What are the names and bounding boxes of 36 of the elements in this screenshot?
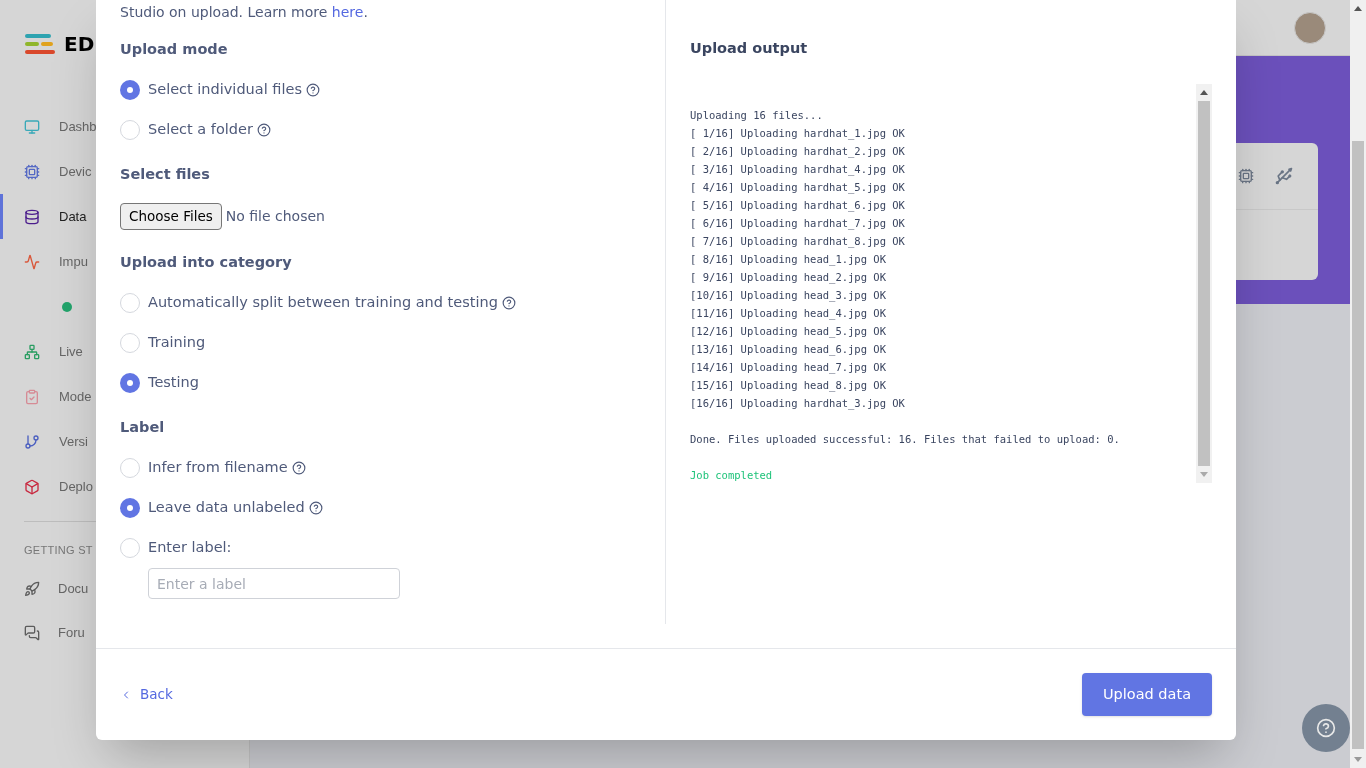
option-label: Select individual files bbox=[148, 80, 302, 100]
log-line: [ 7/16] Uploading hardhat_8.jpg OK bbox=[690, 233, 906, 250]
log-line: [ 1/16] Uploading hardhat_1.jpg OK bbox=[690, 125, 906, 142]
section-heading: GETTING ST bbox=[24, 543, 93, 558]
log-line: [11/16] Uploading head_4.jpg OK bbox=[690, 305, 887, 322]
file-status: No file chosen bbox=[225, 206, 325, 226]
log-line: Uploading 16 files... bbox=[690, 107, 824, 123]
section-title: Select files bbox=[120, 165, 211, 185]
log-line: [ 5/16] Uploading hardhat_6.jpg OK bbox=[690, 197, 906, 214]
option-label: Training bbox=[148, 333, 206, 353]
log-line: [14/16] Uploading head_7.jpg OK bbox=[690, 359, 887, 376]
log-line: [12/16] Uploading head_5.jpg OK bbox=[690, 323, 887, 340]
log-line: [13/16] Uploading head_6.jpg OK bbox=[690, 341, 887, 358]
option-label: Leave data unlabeled bbox=[148, 498, 305, 518]
option-label: Automatically split between training and testing bbox=[148, 293, 498, 313]
log-line: Done. Files uploaded successful: 16. Files that failed to upload: 0. bbox=[690, 431, 1121, 447]
log-line: [ 8/16] Uploading head_1.jpg OK bbox=[690, 251, 887, 268]
log-line: [15/16] Uploading head_8.jpg OK bbox=[690, 377, 887, 394]
option-label: Select a folder bbox=[148, 120, 253, 140]
log-line: [ 2/16] Uploading hardhat_2.jpg OK bbox=[690, 143, 906, 160]
option-label: Infer from filename bbox=[148, 458, 288, 478]
logo-text: ED bbox=[64, 31, 95, 58]
log-line: [10/16] Uploading head_3.jpg OK bbox=[690, 287, 887, 304]
option-label: Testing bbox=[148, 373, 199, 393]
log-line: [ 3/16] Uploading hardhat_4.jpg OK bbox=[690, 161, 906, 178]
log-line: [ 9/16] Uploading head_2.jpg OK bbox=[690, 269, 887, 286]
output-title: Upload output bbox=[690, 39, 809, 58]
success-message: Job completed bbox=[690, 467, 774, 483]
log-line: [16/16] Uploading hardhat_3.jpg OK bbox=[690, 395, 906, 412]
section-title: Label bbox=[120, 418, 166, 438]
log-line: [ 6/16] Uploading hardhat_7.jpg OK bbox=[690, 215, 906, 232]
intro-text: Studio on upload. Learn more here. bbox=[120, 4, 368, 19]
section-title: Upload mode bbox=[120, 40, 229, 60]
section-title: Upload into category bbox=[120, 253, 293, 273]
option-label: Enter label: bbox=[148, 538, 232, 558]
log-line: [ 4/16] Uploading hardhat_5.jpg OK bbox=[690, 179, 906, 196]
